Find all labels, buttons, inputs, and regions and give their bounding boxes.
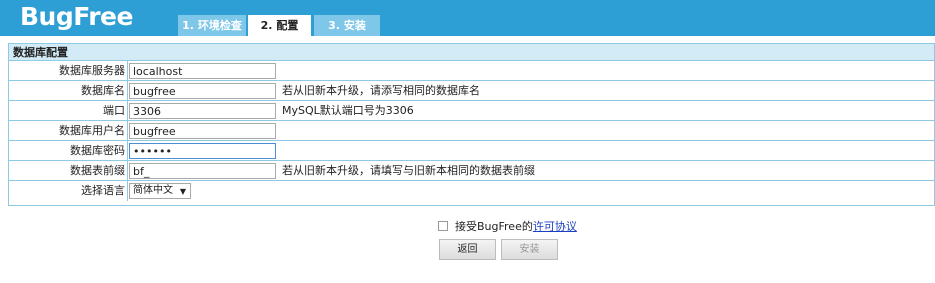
chevron-down-icon: ▼: [179, 187, 186, 196]
language-label: 选择语言: [9, 181, 128, 201]
accept-license-checkbox[interactable]: [438, 221, 448, 231]
top-bar: BugFree 1. 环境检查 2. 配置 3. 安装: [0, 0, 935, 36]
license-link[interactable]: 许可协议: [533, 218, 577, 234]
db-server-input[interactable]: [129, 63, 276, 79]
db-name-input[interactable]: [129, 83, 276, 99]
back-button[interactable]: 返回: [439, 239, 496, 260]
table-prefix-hint: 若从旧新本升级，请填写与旧新本相同的数据表前缀: [282, 164, 535, 177]
db-user-label: 数据库用户名: [9, 121, 128, 141]
form-row-db-server: 数据库服务器: [9, 61, 934, 81]
panel-title: 数据库配置: [9, 44, 934, 61]
app-logo: BugFree: [20, 2, 133, 31]
tab-config[interactable]: 2. 配置: [248, 15, 311, 36]
form-row-port: 端口 MySQL默认端口号为3306: [9, 101, 934, 121]
port-hint: MySQL默认端口号为3306: [282, 104, 414, 117]
tab-install[interactable]: 3. 安装: [314, 15, 380, 36]
form-row-db-password: 数据库密码: [9, 141, 934, 161]
agreement-row: 接受BugFree的 许可协议: [438, 218, 577, 234]
db-server-label: 数据库服务器: [9, 61, 128, 81]
tab-environment-check[interactable]: 1. 环境检查: [178, 15, 246, 36]
port-label: 端口: [9, 101, 128, 121]
form-row-language: 选择语言 简体中文 ▼: [9, 181, 934, 201]
language-select[interactable]: 简体中文 ▼: [129, 183, 191, 199]
agreement-text: 接受BugFree的: [455, 220, 533, 233]
table-prefix-label: 数据表前缀: [9, 161, 128, 181]
db-user-input[interactable]: [129, 123, 276, 139]
db-name-label: 数据库名: [9, 81, 128, 101]
install-button[interactable]: 安装: [501, 239, 558, 260]
form-row-db-name: 数据库名 若从旧新本升级，请添写相同的数据库名: [9, 81, 934, 101]
language-selected-value: 简体中文: [133, 185, 173, 196]
db-password-label: 数据库密码: [9, 141, 128, 161]
db-password-input[interactable]: [129, 143, 276, 159]
db-config-panel: 数据库配置 数据库服务器 数据库名 若从旧新本升级，请添写相同的数据库名 端口 …: [8, 43, 935, 206]
form-row-table-prefix: 数据表前缀 若从旧新本升级，请填写与旧新本相同的数据表前缀: [9, 161, 934, 181]
db-name-hint: 若从旧新本升级，请添写相同的数据库名: [282, 84, 480, 97]
port-input[interactable]: [129, 103, 276, 119]
table-prefix-input[interactable]: [129, 163, 276, 179]
form-row-db-user: 数据库用户名: [9, 121, 934, 141]
